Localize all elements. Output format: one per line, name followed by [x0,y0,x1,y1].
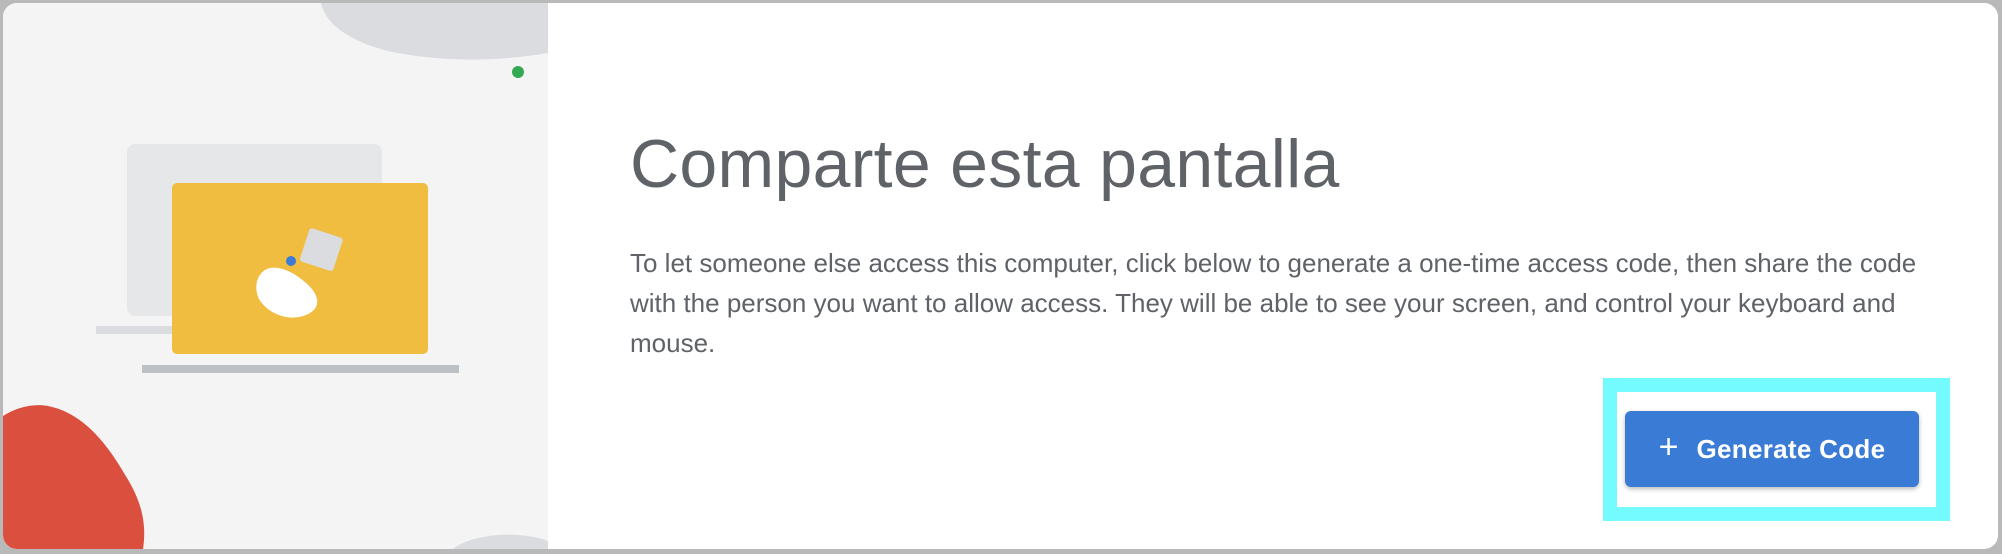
decorative-blob-top [321,3,548,60]
decorative-blob-red [3,405,145,549]
share-description: To let someone else access this computer… [630,248,1917,358]
generate-code-label: Generate Code [1696,433,1886,464]
share-screen-illustration [3,3,548,549]
cursor-dot [286,256,296,266]
generate-code-button[interactable]: + Generate Code [1625,411,1919,487]
plus-icon: + [1658,428,1679,466]
page-title: Comparte esta pantalla [630,126,1340,202]
decorative-blob-bottom [453,534,548,549]
laptop-screen [172,183,428,354]
laptop-base [142,365,459,373]
illustration-panel [3,3,548,549]
shelf-line [96,326,181,334]
share-screen-card: Comparte esta pantalla To let someone el… [3,3,1998,549]
status-dot [512,66,524,78]
